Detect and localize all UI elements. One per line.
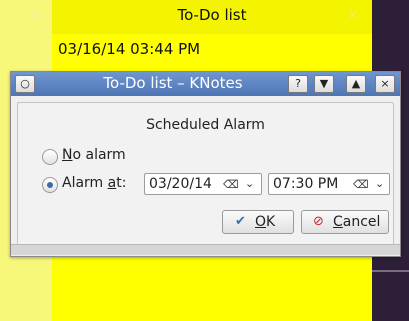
cancel-label: Cancel [333,211,380,233]
ok-rest: K [266,214,276,230]
no-alarm-label[interactable]: No alarm [62,147,126,163]
cancel-accel: C [333,214,343,230]
date-clear-icon[interactable]: ⌫ [223,175,239,195]
alarm-at-label[interactable]: Alarm at: [62,175,126,191]
checkmark-icon: ✔ [235,214,246,229]
dialog-bottom-scrollbar[interactable] [11,244,400,255]
close-icon[interactable]: × [375,75,395,93]
window-menu-icon[interactable]: ○ [15,75,35,93]
shade-up-icon[interactable]: ▲ [346,75,366,93]
time-dropdown-icon[interactable]: ⌄ [375,174,384,194]
shade-down-icon[interactable]: ▼ [314,75,334,93]
alarm-time-field[interactable]: 07:30 PM ⌫ ⌄ [268,173,390,195]
cancel-rest: ancel [342,214,381,230]
cancel-button[interactable]: ⊘ Cancel [301,210,389,234]
alarm-date-value: 03/20/14 [149,176,212,192]
knote-close-icon[interactable]: × [30,8,44,22]
desktop-stripe [372,270,409,272]
knote-menu-icon[interactable]: × [346,8,360,22]
cancel-icon: ⊘ [313,214,324,229]
knote-body-area[interactable] [52,256,372,321]
scheduled-alarm-group: Scheduled Alarm No alarm Alarm at: 03/20… [17,102,394,249]
alarm-dialog: ○ To-Do list – KNotes ? ▼ ▲ × Scheduled … [10,71,401,257]
ok-label: OK [255,211,275,233]
group-title: Scheduled Alarm [146,117,265,133]
dialog-titlebar[interactable]: ○ To-Do list – KNotes ? ▼ ▲ × [11,72,400,96]
help-icon[interactable]: ? [288,75,308,93]
alarm-at-accel: a [107,175,117,191]
knote-date-text: 03/16/14 03:44 PM [58,40,201,58]
ok-accel: O [255,214,267,230]
alarm-at-rest: t: [116,175,127,191]
dialog-title: To-Do list – KNotes [103,74,243,92]
alarm-date-field[interactable]: 03/20/14 ⌫ ⌄ [144,173,262,195]
knote-titlebar: × To-Do list × [32,0,372,34]
alarm-at-radio[interactable] [42,177,58,193]
alarm-time-value: 07:30 PM [273,176,339,192]
time-clear-icon[interactable]: ⌫ [353,175,369,195]
date-dropdown-icon[interactable]: ⌄ [245,174,254,194]
no-alarm-accel: N [62,147,73,163]
knote-title: To-Do list [177,6,247,24]
no-alarm-rest: o alarm [72,147,126,163]
ok-button[interactable]: ✔ OK [222,210,294,234]
alarm-at-pre: Alarm [62,175,108,191]
no-alarm-radio[interactable] [42,149,58,165]
